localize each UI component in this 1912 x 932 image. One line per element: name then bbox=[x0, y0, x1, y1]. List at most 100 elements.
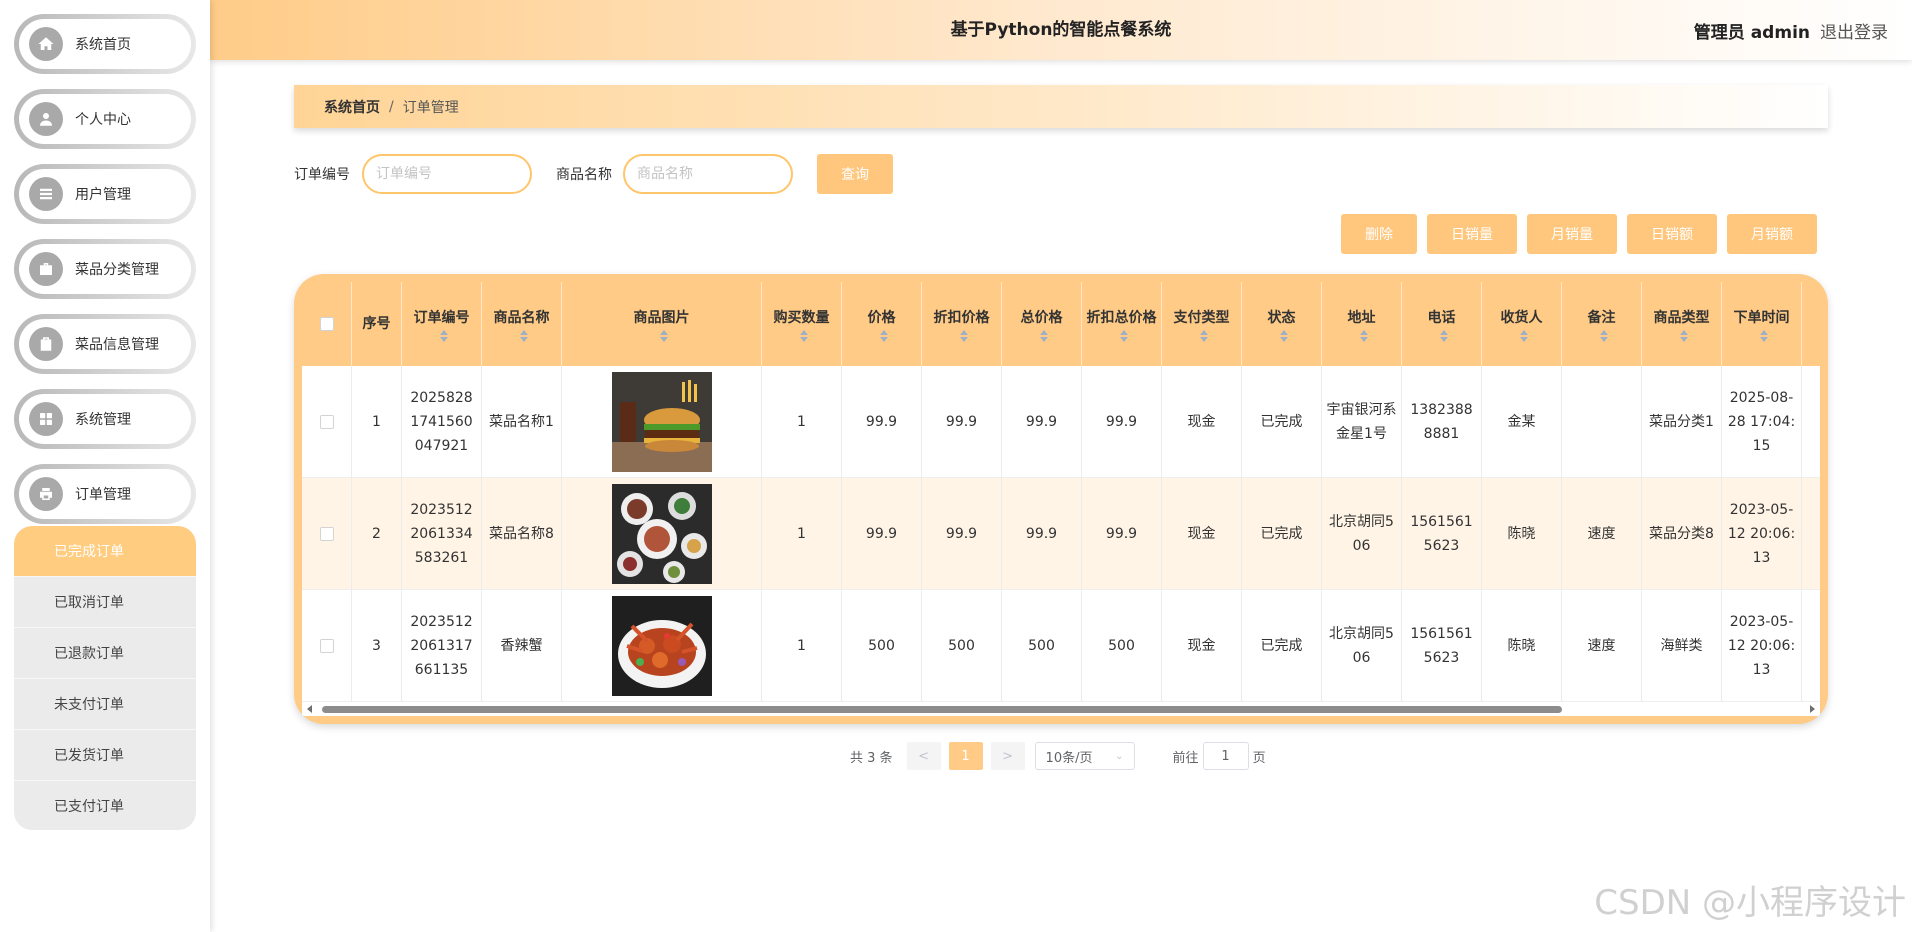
submenu-item-shipped[interactable]: 已发货订单 bbox=[14, 730, 196, 781]
scroll-left-icon[interactable] bbox=[307, 705, 312, 713]
row-checkbox[interactable] bbox=[319, 527, 334, 541]
sort-caret-icon[interactable] bbox=[1119, 330, 1128, 342]
column-header-order-no[interactable]: 订单编号 bbox=[402, 282, 482, 366]
daily-revenue-button[interactable]: 日销额 bbox=[1627, 214, 1717, 254]
sort-caret-icon[interactable] bbox=[1359, 330, 1368, 342]
sidebar-item-system[interactable]: 系统管理 bbox=[14, 389, 196, 449]
goto-page-input[interactable] bbox=[1202, 742, 1249, 770]
page-size-select[interactable]: 10条/页 ⌄ bbox=[1034, 742, 1135, 770]
sort-up-icon[interactable] bbox=[1119, 330, 1128, 335]
sort-down-icon[interactable] bbox=[659, 337, 668, 342]
table-row[interactable]: 3 20235122061317661135 香辣蟹 1 500 500 500 500 现金已… bbox=[302, 590, 1820, 702]
sort-down-icon[interactable] bbox=[1039, 337, 1048, 342]
sort-up-icon[interactable] bbox=[1199, 330, 1208, 335]
table-row[interactable]: 2 20235122061334583261 菜品名称8 1 99.9 99.9 99.9 9… bbox=[302, 478, 1820, 590]
column-header-phone[interactable]: 电话 bbox=[1402, 282, 1482, 366]
sidebar-item-users[interactable]: 用户管理 bbox=[14, 164, 196, 224]
sort-caret-icon[interactable] bbox=[1679, 330, 1688, 342]
select-all-checkbox[interactable] bbox=[319, 317, 334, 331]
sort-down-icon[interactable] bbox=[519, 337, 528, 342]
sort-caret-icon[interactable] bbox=[879, 330, 888, 342]
column-header-category[interactable]: 商品类型 bbox=[1642, 282, 1722, 366]
product-image[interactable] bbox=[611, 372, 712, 472]
prev-page-button[interactable]: < bbox=[906, 742, 941, 770]
sort-up-icon[interactable] bbox=[439, 330, 448, 335]
submenu-item-paid[interactable]: 已支付订单 bbox=[14, 781, 196, 830]
sort-up-icon[interactable] bbox=[879, 330, 888, 335]
column-header-price[interactable]: 价格 bbox=[842, 282, 922, 366]
sort-caret-icon[interactable] bbox=[659, 330, 668, 342]
sort-caret-icon[interactable] bbox=[1759, 330, 1768, 342]
submenu-item-completed[interactable]: 已完成订单 bbox=[14, 526, 196, 577]
sort-up-icon[interactable] bbox=[1519, 330, 1528, 335]
query-button[interactable]: 查询 bbox=[817, 154, 893, 194]
scrollbar-thumb[interactable] bbox=[322, 706, 1562, 713]
product-image[interactable] bbox=[611, 596, 712, 696]
sort-up-icon[interactable] bbox=[519, 330, 528, 335]
sort-down-icon[interactable] bbox=[1679, 337, 1688, 342]
page-number-button[interactable]: 1 bbox=[948, 742, 983, 770]
sort-caret-icon[interactable] bbox=[519, 330, 528, 342]
sort-down-icon[interactable] bbox=[439, 337, 448, 342]
sort-up-icon[interactable] bbox=[799, 330, 808, 335]
sort-caret-icon[interactable] bbox=[1599, 330, 1608, 342]
delete-button[interactable]: 删除 bbox=[1341, 214, 1417, 254]
row-checkbox[interactable] bbox=[319, 639, 334, 653]
logout-link[interactable]: 退出登录 bbox=[1820, 18, 1888, 43]
product-name-input[interactable] bbox=[623, 154, 793, 194]
sort-down-icon[interactable] bbox=[959, 337, 968, 342]
sort-down-icon[interactable] bbox=[1279, 337, 1288, 342]
sort-up-icon[interactable] bbox=[1279, 330, 1288, 335]
sort-up-icon[interactable] bbox=[659, 330, 668, 335]
scroll-right-icon[interactable] bbox=[1810, 705, 1815, 713]
sort-down-icon[interactable] bbox=[1119, 337, 1128, 342]
column-header-product-name[interactable]: 商品名称 bbox=[482, 282, 562, 366]
sidebar-item-profile[interactable]: 个人中心 bbox=[14, 89, 196, 149]
monthly-revenue-button[interactable]: 月销额 bbox=[1727, 214, 1817, 254]
sort-caret-icon[interactable] bbox=[1279, 330, 1288, 342]
sort-down-icon[interactable] bbox=[1359, 337, 1368, 342]
sort-down-icon[interactable] bbox=[799, 337, 808, 342]
submenu-item-refunded[interactable]: 已退款订单 bbox=[14, 628, 196, 679]
sort-up-icon[interactable] bbox=[1759, 330, 1768, 335]
sort-up-icon[interactable] bbox=[1039, 330, 1048, 335]
column-header-order-time[interactable]: 下单时间 bbox=[1722, 282, 1802, 366]
column-header-receiver[interactable]: 收货人 bbox=[1482, 282, 1562, 366]
sort-down-icon[interactable] bbox=[1199, 337, 1208, 342]
column-header-product-image[interactable]: 商品图片 bbox=[562, 282, 762, 366]
column-header-discount-total[interactable]: 折扣总价格 bbox=[1082, 282, 1162, 366]
column-header-pay-type[interactable]: 支付类型 bbox=[1162, 282, 1242, 366]
sort-up-icon[interactable] bbox=[1599, 330, 1608, 335]
sort-up-icon[interactable] bbox=[1359, 330, 1368, 335]
column-header-status[interactable]: 状态 bbox=[1242, 282, 1322, 366]
sort-caret-icon[interactable] bbox=[1519, 330, 1528, 342]
sort-down-icon[interactable] bbox=[1519, 337, 1528, 342]
sidebar-item-dish-info[interactable]: 菜品信息管理 bbox=[14, 314, 196, 374]
row-checkbox[interactable] bbox=[319, 415, 334, 429]
product-image[interactable] bbox=[611, 484, 712, 584]
sort-caret-icon[interactable] bbox=[439, 330, 448, 342]
sort-down-icon[interactable] bbox=[1599, 337, 1608, 342]
submenu-item-unpaid[interactable]: 未支付订单 bbox=[14, 679, 196, 730]
sidebar-item-dish-category[interactable]: 菜品分类管理 bbox=[14, 239, 196, 299]
column-header-total-price[interactable]: 总价格 bbox=[1002, 282, 1082, 366]
sort-caret-icon[interactable] bbox=[1199, 330, 1208, 342]
column-header-remark[interactable]: 备注 bbox=[1562, 282, 1642, 366]
sort-up-icon[interactable] bbox=[1679, 330, 1688, 335]
submenu-item-cancelled[interactable]: 已取消订单 bbox=[14, 577, 196, 628]
column-header-discount-price[interactable]: 折扣价格 bbox=[922, 282, 1002, 366]
sort-up-icon[interactable] bbox=[959, 330, 968, 335]
breadcrumb-home[interactable]: 系统首页 bbox=[324, 97, 380, 117]
sort-down-icon[interactable] bbox=[1759, 337, 1768, 342]
next-page-button[interactable]: > bbox=[990, 742, 1025, 770]
sort-caret-icon[interactable] bbox=[1039, 330, 1048, 342]
sort-caret-icon[interactable] bbox=[959, 330, 968, 342]
sort-up-icon[interactable] bbox=[1439, 330, 1448, 335]
sidebar-item-home[interactable]: 系统首页 bbox=[14, 14, 196, 74]
sidebar-item-orders[interactable]: 订单管理 bbox=[14, 464, 196, 524]
table-row[interactable]: 1 20258281741560047921 菜品名称1 1 99.9 99.9 99.9 9… bbox=[302, 366, 1820, 478]
horizontal-scrollbar[interactable] bbox=[302, 702, 1820, 716]
column-header-address[interactable]: 地址 bbox=[1322, 282, 1402, 366]
sort-down-icon[interactable] bbox=[879, 337, 888, 342]
daily-sales-qty-button[interactable]: 日销量 bbox=[1427, 214, 1517, 254]
